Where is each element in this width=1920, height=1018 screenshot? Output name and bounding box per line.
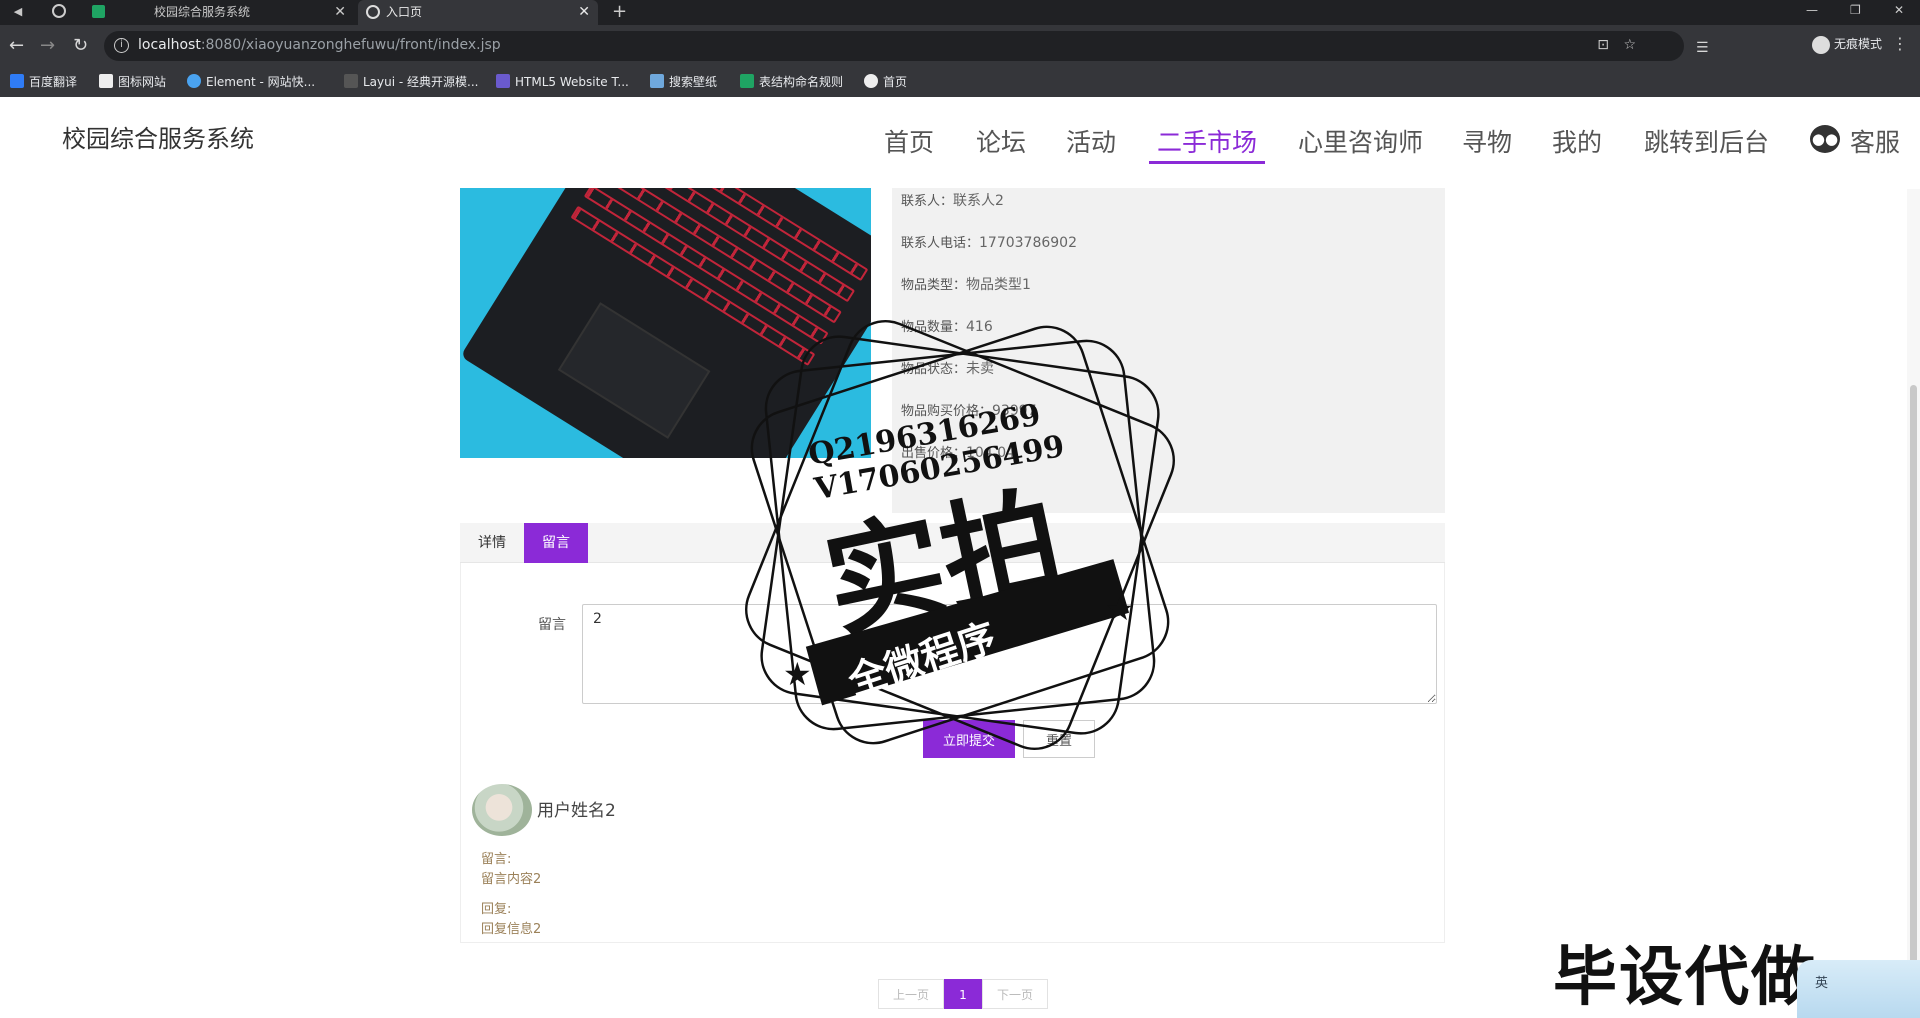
bookmark-wallpaper[interactable]: 搜索壁纸 [650, 73, 717, 91]
tab-title: 校园综合服务系统 [154, 5, 251, 19]
comment-textarea[interactable]: 2 [582, 604, 1437, 704]
incognito-badge[interactable]: 无痕模式 [1811, 35, 1882, 54]
reading-list-icon[interactable]: ☰ [1696, 37, 1709, 59]
pinned-tab-icon[interactable] [52, 4, 66, 18]
bookmark-naming-rules[interactable]: 表结构命名规则 [740, 73, 843, 91]
close-window-icon[interactable]: ✕ [1894, 0, 1904, 20]
customer-service-link[interactable]: 客服 [1850, 123, 1900, 159]
nav-forum[interactable]: 论坛 [976, 123, 1026, 159]
scrollbar-thumb[interactable] [1910, 385, 1917, 1015]
next-page-button[interactable]: 下一页 [982, 979, 1048, 1009]
bookmarks-bar: 百度翻译 图标网站 Element - 网站快... Layui - 经典开源模… [0, 67, 1920, 97]
html5-icon [496, 74, 510, 88]
translate-icon [10, 74, 24, 88]
avatar [472, 784, 532, 836]
sale-price: 出售价格：104.04 [901, 445, 1016, 461]
prev-page-button[interactable]: 上一页 [878, 979, 944, 1009]
item-quantity: 物品数量：416 [901, 319, 993, 335]
comment-user-name: 用户姓名2 [537, 801, 616, 821]
laptop-photo [460, 188, 871, 458]
comment-reply: 回复信息2 [481, 922, 542, 937]
incognito-icon [1811, 35, 1830, 54]
product-image [460, 188, 871, 458]
ime-mode[interactable]: 英 [1815, 972, 1828, 991]
purchase-price: 物品购买价格：93997 [901, 403, 1037, 419]
page-1-button[interactable]: 1 [944, 979, 982, 1009]
forward-icon[interactable]: → [40, 35, 55, 57]
site-logo[interactable]: 校园综合服务系统 [62, 119, 254, 154]
detail-tabs: 详情 留言 [460, 523, 1445, 563]
globe-icon [864, 74, 878, 88]
new-tab-button[interactable]: + [612, 0, 627, 24]
comment-msg-label: 留言: [481, 852, 512, 867]
close-icon[interactable]: ✕ [334, 0, 346, 25]
comment-reply-label: 回复: [481, 902, 512, 917]
nav-activity[interactable]: 活动 [1066, 123, 1116, 159]
item-status: 物品状态：未卖 [901, 361, 995, 377]
element-icon [187, 74, 201, 88]
corner-watermark: 毕设代做 [1553, 941, 1817, 1015]
comment-label: 留言 [538, 617, 566, 633]
reload-icon[interactable]: ↻ [73, 35, 88, 57]
tab-campus-system[interactable]: 校园综合服务系统 ✕ [130, 0, 354, 25]
sheets-tab-icon[interactable] [92, 5, 105, 18]
site-header: 校园综合服务系统 首页 论坛 活动 二手市场 心里咨询师 寻物 我的 跳转到后台… [0, 97, 1920, 189]
nav-home[interactable]: 首页 [884, 123, 934, 159]
bookmark-layui[interactable]: Layui - 经典开源模... [344, 73, 478, 91]
flag-icon [99, 74, 113, 88]
translate-icon[interactable]: ⊡ [1597, 37, 1609, 53]
nav-counselor[interactable]: 心里咨询师 [1298, 123, 1423, 159]
layui-icon [344, 74, 358, 88]
info-icon[interactable]: i [114, 38, 129, 53]
comment-msg: 留言内容2 [481, 872, 542, 887]
nav-lost-found[interactable]: 寻物 [1462, 123, 1512, 159]
bookmark-home[interactable]: 首页 [864, 73, 907, 91]
contact-phone: 联系人电话：17703786902 [901, 235, 1077, 251]
nav-mine[interactable]: 我的 [1552, 123, 1602, 159]
audio-icon[interactable]: ◀ [10, 4, 26, 20]
bookmark-html5[interactable]: HTML5 Website T... [496, 73, 629, 91]
tab-entry-page[interactable]: 入口页 ✕ [358, 0, 598, 25]
back-icon[interactable]: ← [9, 35, 24, 57]
sheets-icon [740, 74, 754, 88]
address-toolbar: ← → ↻ i localhost:8080/xiaoyuanzonghefuw… [0, 25, 1920, 67]
browser-tab-bar: ◀ 校园综合服务系统 ✕ 入口页 ✕ + — ❐ ✕ [0, 0, 1920, 25]
reset-button[interactable]: 重置 [1023, 720, 1095, 758]
item-type: 物品类型：物品类型1 [901, 277, 1031, 293]
tab-comment[interactable]: 留言 [524, 523, 588, 563]
tab-title: 入口页 [386, 5, 423, 19]
globe-icon [366, 5, 380, 19]
menu-icon[interactable]: ⋮ [1892, 34, 1908, 53]
tab-detail[interactable]: 详情 [460, 523, 524, 563]
close-icon[interactable]: ✕ [578, 0, 590, 25]
minimize-icon[interactable]: — [1806, 0, 1818, 20]
url-text[interactable]: localhost:8080/xiaoyuanzonghefuwu/front/… [138, 37, 501, 53]
nav-second-hand-market[interactable]: 二手市场 [1148, 123, 1266, 164]
contact-person: 联系人：联系人2 [901, 193, 1004, 209]
wechat-icon[interactable]: ●● [1810, 125, 1840, 153]
restore-icon[interactable]: ❐ [1850, 0, 1861, 20]
url-bar[interactable]: i localhost:8080/xiaoyuanzonghefuwu/fron… [104, 31, 1684, 61]
bookmark-baidu-translate[interactable]: 百度翻译 [10, 73, 77, 91]
bookmark-icon-site[interactable]: 图标网站 [99, 73, 166, 91]
bookmark-element[interactable]: Element - 网站快... [187, 73, 315, 91]
wallpaper-icon [650, 74, 664, 88]
submit-button[interactable]: 立即提交 [923, 720, 1015, 758]
star-icon[interactable]: ☆ [1623, 37, 1636, 53]
nav-admin[interactable]: 跳转到后台 [1644, 123, 1769, 159]
product-info-panel: 联系人：联系人2 联系人电话：17703786902 物品类型：物品类型1 物品… [892, 188, 1445, 513]
